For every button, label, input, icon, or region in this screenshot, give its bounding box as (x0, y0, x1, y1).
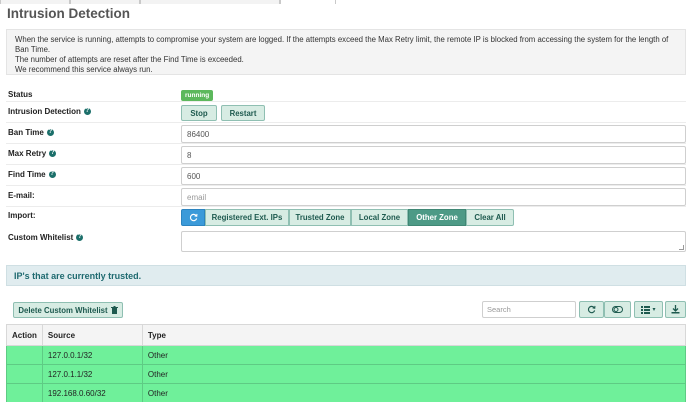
description-line: When the service is running, attempts to… (15, 35, 669, 54)
chevron-down-icon: ▾ (652, 307, 656, 313)
refresh-icon[interactable] (181, 209, 205, 226)
tab[interactable] (70, 0, 140, 4)
delete-button-label: Delete Custom Whitelist (18, 305, 108, 315)
column-header-action[interactable]: Action (6, 324, 43, 346)
table-row[interactable]: 192.168.0.60/32 Other (6, 383, 687, 402)
ban-time-label: Ban Time ? (8, 128, 54, 137)
status-badge: running (181, 90, 214, 101)
tab-active[interactable] (280, 0, 336, 4)
status-label: Status (8, 90, 33, 99)
question-icon[interactable]: ? (46, 129, 54, 136)
column-header-source[interactable]: Source (41, 324, 143, 346)
trusted-ips-table: Action Source Type 127.0.0.1/32 Other 12… (6, 324, 687, 402)
cell-type: Other (141, 364, 687, 384)
info-panel: When the service is running, attempts to… (6, 29, 686, 75)
cell-type: Other (141, 383, 687, 402)
list-icon (641, 305, 651, 314)
ban-time-label-text: Ban Time (8, 128, 44, 137)
email-label: E-mail: (8, 191, 35, 200)
find-time-input[interactable]: 600 (181, 167, 686, 185)
toggle-icon[interactable] (604, 301, 631, 318)
page-title: Intrusion Detection (7, 6, 131, 21)
whitelist-label-text: Custom Whitelist (8, 233, 74, 242)
question-icon[interactable]: ? (83, 108, 91, 115)
table-header-row: Action Source Type (6, 324, 687, 346)
cell-action (6, 345, 43, 365)
delete-custom-whitelist-button[interactable]: Delete Custom Whitelist (13, 302, 123, 318)
cell-action (6, 383, 43, 402)
table-row[interactable]: 127.0.0.1/32 Other (6, 345, 687, 365)
cell-source: 127.0.1.1/32 (41, 364, 143, 384)
question-icon[interactable]: ? (48, 171, 56, 178)
columns-dropdown-button[interactable]: ▾ (634, 301, 663, 318)
tab[interactable] (140, 0, 280, 4)
description-line: We recommend this service always run. (15, 65, 153, 74)
custom-whitelist-textarea[interactable] (181, 231, 686, 252)
cell-action (6, 364, 43, 384)
import-local-zone-button[interactable]: Local Zone (351, 209, 408, 226)
find-time-label-text: Find Time (8, 170, 46, 179)
import-trusted-zone-button[interactable]: Trusted Zone (289, 209, 351, 226)
restart-button[interactable]: Restart (221, 105, 265, 121)
ban-time-input[interactable]: 86400 (181, 125, 686, 143)
whitelist-label: Custom Whitelist ? (8, 233, 84, 242)
resize-handle[interactable] (679, 245, 684, 250)
import-other-zone-button[interactable]: Other Zone (408, 209, 466, 226)
find-time-label: Find Time ? (8, 170, 56, 179)
max-retry-label: Max Retry ? (8, 149, 57, 158)
service-label-text: Intrusion Detection (8, 107, 81, 116)
refresh-icon[interactable] (579, 301, 604, 318)
top-tab-strip (0, 0, 690, 4)
trusted-ips-header: IP's that are currently trusted. (6, 265, 686, 286)
service-row: Intrusion Detection ? (6, 102, 686, 123)
email-field[interactable]: email (181, 188, 686, 206)
tab[interactable] (0, 0, 70, 4)
import-registered-ext-ips-button[interactable]: Registered Ext. IPs (205, 209, 289, 226)
trash-icon (110, 306, 118, 314)
description-line: The number of attempts are reset after t… (15, 55, 244, 64)
stop-button[interactable]: Stop (181, 105, 217, 121)
question-icon[interactable]: ? (49, 150, 57, 157)
search-input[interactable]: Search (482, 301, 576, 318)
import-clear-all-button[interactable]: Clear All (466, 209, 514, 226)
service-label: Intrusion Detection ? (8, 107, 91, 116)
status-row: Status (6, 84, 686, 102)
question-icon[interactable]: ? (76, 234, 84, 241)
cell-source: 192.168.0.60/32 (41, 383, 143, 402)
column-header-type[interactable]: Type (141, 324, 687, 346)
download-icon[interactable] (665, 301, 686, 318)
cell-type: Other (141, 345, 687, 365)
max-retry-label-text: Max Retry (8, 149, 47, 158)
import-label: Import: (8, 211, 36, 220)
max-retry-input[interactable]: 8 (181, 146, 686, 164)
cell-source: 127.0.0.1/32 (41, 345, 143, 365)
table-row[interactable]: 127.0.1.1/32 Other (6, 364, 687, 384)
